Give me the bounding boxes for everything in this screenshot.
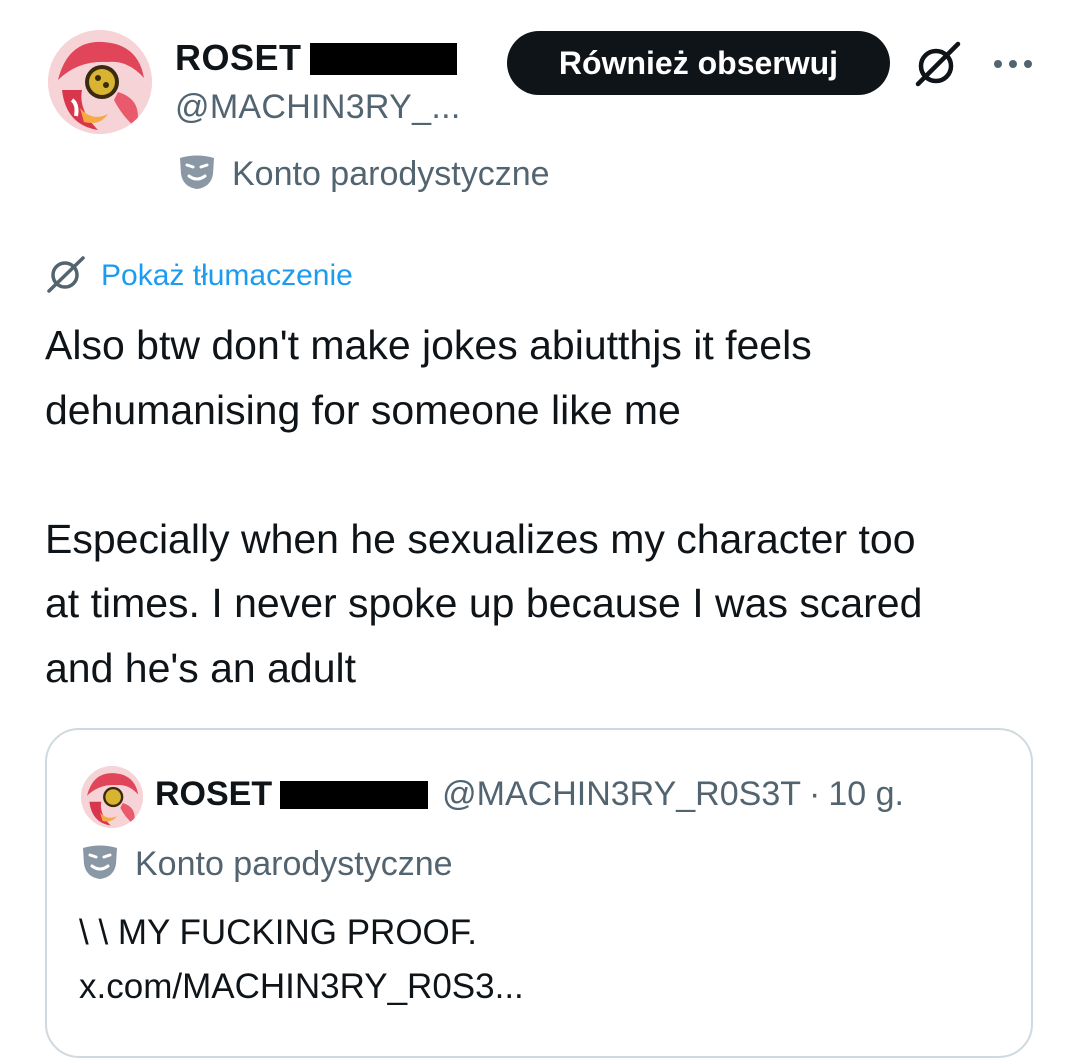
show-translation-link[interactable]: Pokaż tłumaczenie xyxy=(45,254,353,298)
quoted-tweet-text: \ \ MY FUCKING PROOF. x.com/MACHIN3RY_R0… xyxy=(79,906,524,1014)
translate-icon xyxy=(45,254,87,299)
quoted-author-avatar xyxy=(81,766,143,828)
quoted-author-handle: @MACHIN3RY_R0S3T xyxy=(442,774,802,813)
more-options-icon[interactable] xyxy=(988,44,1038,84)
theater-mask-icon xyxy=(81,844,119,885)
tweet-text: Also btw don't make jokes abiutthjs it f… xyxy=(45,313,1045,700)
author-handle[interactable]: @MACHIN3RY_... xyxy=(175,88,461,127)
tweet-text-line: at times. I never spoke up because I was… xyxy=(45,580,923,626)
redaction-bar xyxy=(309,43,457,75)
tweet-text-line: dehumanising for someone like me xyxy=(45,386,681,433)
quoted-timestamp: 10 g. xyxy=(828,774,904,813)
quoted-parody-text: Konto parodystyczne xyxy=(135,844,453,883)
theater-mask-icon xyxy=(178,154,216,195)
tweet-text-line: Especially when he sexualizes my charact… xyxy=(45,515,916,562)
quoted-author-name: ROSET xyxy=(155,774,273,813)
quoted-text-line: \ \ MY FUCKING PROOF. xyxy=(79,913,478,952)
show-translation-label[interactable]: Pokaż tłumaczenie xyxy=(101,259,353,293)
avatar-image xyxy=(48,30,152,134)
parody-label-text: Konto parodystyczne xyxy=(232,154,550,193)
parody-account-label: Konto parodystyczne xyxy=(178,152,550,196)
avatar-image xyxy=(81,766,143,828)
grok-icon[interactable] xyxy=(912,40,964,88)
quoted-author-row: ROSET @MACHIN3RY_R0S3T · 10 g. xyxy=(155,772,904,816)
quoted-parody-label: Konto parodystyczne xyxy=(81,842,453,886)
author-name-row[interactable]: ROSET xyxy=(175,36,457,80)
quoted-link[interactable]: x.com/MACHIN3RY_R0S3... xyxy=(79,960,524,1014)
redaction-bar xyxy=(280,781,429,809)
author-display-name[interactable]: ROSET xyxy=(175,37,302,79)
author-avatar[interactable] xyxy=(48,30,152,134)
follow-back-button[interactable]: Również obserwuj xyxy=(507,31,890,95)
tweet-text-line: and he's an adult xyxy=(45,644,357,691)
separator-dot: · xyxy=(809,774,821,813)
quoted-tweet-card[interactable]: ROSET @MACHIN3RY_R0S3T · 10 g. Konto par… xyxy=(45,728,1033,1058)
tweet-text-line: Also btw don't make jokes abiutthjs it f… xyxy=(45,322,812,368)
